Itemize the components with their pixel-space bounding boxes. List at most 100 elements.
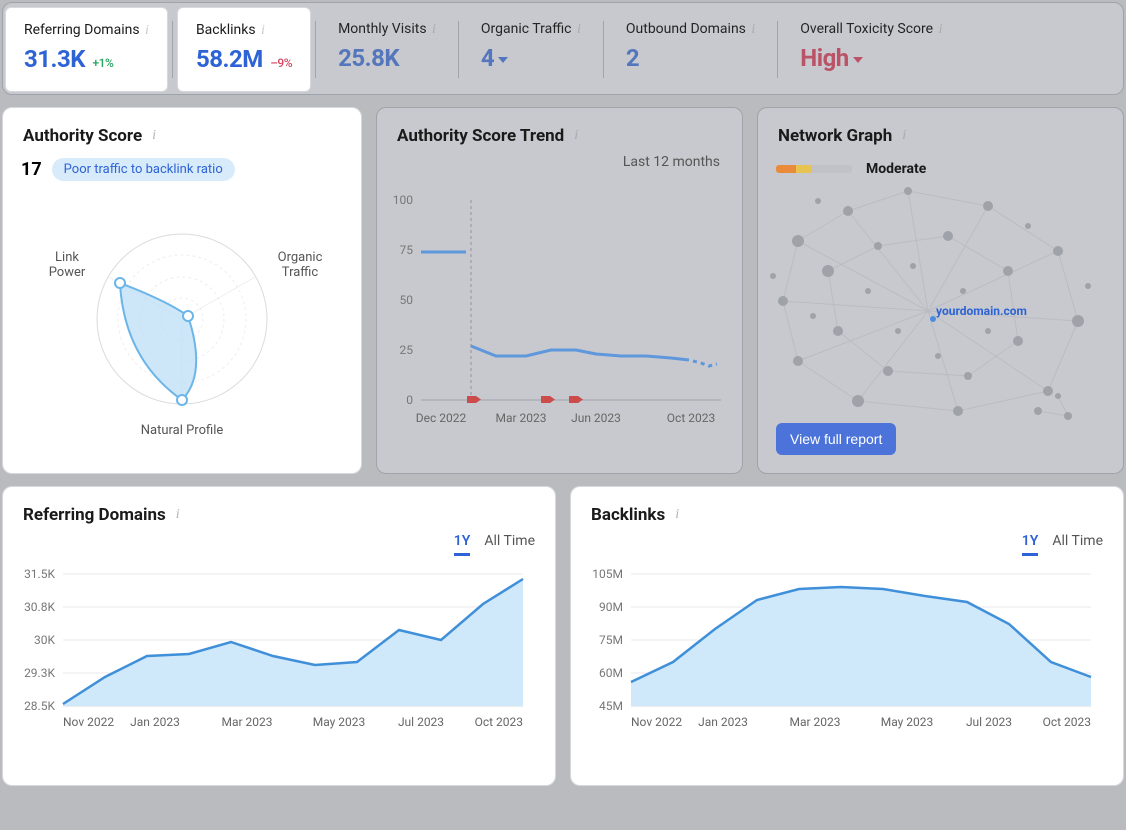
range-tab-all-time[interactable]: All Time xyxy=(484,533,535,556)
network-graph-panel: Network Graph i Moderate xyxy=(757,107,1124,474)
stat-label: Backlinks xyxy=(196,22,256,38)
info-icon[interactable]: i xyxy=(432,22,436,38)
stat-change-down: –9% xyxy=(270,56,292,70)
svg-text:30.8K: 30.8K xyxy=(24,600,55,614)
stat-label: Outbound Domains xyxy=(626,21,746,37)
svg-text:75: 75 xyxy=(400,243,414,257)
stat-value: 58.2M xyxy=(196,45,263,73)
svg-text:Link: Link xyxy=(55,250,79,265)
svg-text:Jun 2023: Jun 2023 xyxy=(571,411,621,425)
svg-text:Mar 2023: Mar 2023 xyxy=(495,411,546,425)
referring-domains-chart: 31.5K 30.8K 30K 29.3K 28.5K Nov 2022 Jan… xyxy=(3,564,543,754)
info-icon[interactable]: i xyxy=(751,22,755,38)
svg-text:30K: 30K xyxy=(34,633,55,647)
svg-text:29.3K: 29.3K xyxy=(24,666,55,680)
svg-text:Traffic: Traffic xyxy=(282,265,319,280)
panel-title: Authority Score xyxy=(23,126,142,146)
svg-text:25: 25 xyxy=(400,343,414,357)
stat-toxicity-score[interactable]: Overall Toxicity Score i High xyxy=(782,7,1121,92)
svg-text:Mar 2023: Mar 2023 xyxy=(789,715,840,729)
info-icon[interactable]: i xyxy=(145,23,149,39)
range-tab-all-time[interactable]: All Time xyxy=(1052,533,1103,556)
range-tab-1y[interactable]: 1Y xyxy=(1022,533,1039,556)
authority-trend-panel: Authority Score Trend i Last 12 months 1… xyxy=(376,107,743,474)
stat-label: Monthly Visits xyxy=(338,21,426,37)
svg-text:105M: 105M xyxy=(592,567,623,581)
svg-text:45M: 45M xyxy=(599,699,623,713)
top-stats-bar: Referring Domains i 31.3K +1% Backlinks … xyxy=(2,2,1124,95)
svg-text:Jan 2023: Jan 2023 xyxy=(698,715,748,729)
svg-text:May 2023: May 2023 xyxy=(881,715,934,729)
info-icon[interactable]: i xyxy=(675,507,679,523)
range-tabs: 1Y All Time xyxy=(571,529,1123,564)
divider xyxy=(458,21,459,78)
panel-title: Backlinks xyxy=(591,505,665,525)
info-icon[interactable]: i xyxy=(152,128,156,144)
svg-text:90M: 90M xyxy=(599,600,623,614)
stat-label: Overall Toxicity Score xyxy=(800,21,933,37)
svg-text:28.5K: 28.5K xyxy=(24,699,55,713)
network-graph-chart: yourdomain.com xyxy=(758,181,1098,431)
dashboard-row-1: Authority Score i 17 Poor traffic to bac… xyxy=(0,97,1126,476)
svg-text:Nov 2022: Nov 2022 xyxy=(63,715,114,729)
svg-text:60M: 60M xyxy=(599,666,623,680)
stat-change-up: +1% xyxy=(93,56,114,70)
view-full-report-button[interactable]: View full report xyxy=(776,423,896,455)
svg-text:May 2023: May 2023 xyxy=(313,715,366,729)
svg-text:Nov 2022: Nov 2022 xyxy=(631,715,682,729)
svg-text:Organic: Organic xyxy=(278,250,323,265)
divider xyxy=(172,21,173,78)
chevron-down-icon[interactable] xyxy=(498,57,508,63)
panel-title: Authority Score Trend xyxy=(397,126,564,146)
stat-organic-traffic[interactable]: Organic Traffic i 4 xyxy=(463,7,599,92)
divider xyxy=(603,21,604,78)
info-icon[interactable]: i xyxy=(577,22,581,38)
authority-trend-chart: 100 75 50 25 0 Dec 2022 Mar 2023 Jun 202… xyxy=(377,170,737,450)
stat-backlinks[interactable]: Backlinks i 58.2M –9% xyxy=(177,7,311,92)
svg-text:75M: 75M xyxy=(599,633,623,647)
backlinks-chart: 105M 90M 75M 60M 45M Nov 2022 Jan 2023 M… xyxy=(571,564,1111,754)
stat-value: 2 xyxy=(626,44,755,72)
dashboard-row-2: Referring Domains i 1Y All Time 31.5K 30… xyxy=(0,476,1126,788)
trend-range-label: Last 12 months xyxy=(623,154,720,170)
authority-score-badge: Poor traffic to backlink ratio xyxy=(52,158,235,181)
info-icon[interactable]: i xyxy=(939,22,943,38)
backlinks-panel: Backlinks i 1Y All Time 105M 90M 75M 60M… xyxy=(570,486,1124,786)
range-tabs: 1Y All Time xyxy=(3,529,555,564)
svg-text:Power: Power xyxy=(49,265,86,280)
stat-value: 4 xyxy=(481,44,494,72)
network-quality-bar xyxy=(776,165,852,173)
svg-text:Oct 2023: Oct 2023 xyxy=(1043,715,1091,729)
svg-text:yourdomain.com: yourdomain.com xyxy=(936,304,1027,318)
stat-referring-domains[interactable]: Referring Domains i 31.3K +1% xyxy=(5,7,168,92)
info-icon[interactable]: i xyxy=(261,23,265,39)
divider xyxy=(777,21,778,78)
svg-text:50: 50 xyxy=(400,293,414,307)
svg-text:Jul 2023: Jul 2023 xyxy=(398,715,444,729)
divider xyxy=(315,21,316,78)
svg-text:Oct 2023: Oct 2023 xyxy=(475,715,523,729)
authority-score-panel: Authority Score i 17 Poor traffic to bac… xyxy=(2,107,362,474)
svg-text:Oct 2023: Oct 2023 xyxy=(667,411,715,425)
stat-monthly-visits[interactable]: Monthly Visits i 25.8K xyxy=(320,7,454,92)
stat-outbound-domains[interactable]: Outbound Domains i 2 xyxy=(608,7,773,92)
stat-label: Organic Traffic xyxy=(481,21,572,37)
svg-text:Jan 2023: Jan 2023 xyxy=(130,715,180,729)
stat-label: Referring Domains xyxy=(24,22,140,38)
svg-text:0: 0 xyxy=(406,393,413,407)
info-icon[interactable]: i xyxy=(902,128,906,144)
network-quality-row: Moderate xyxy=(758,150,1123,181)
stat-value: 25.8K xyxy=(338,44,436,72)
chevron-down-icon[interactable] xyxy=(853,57,863,63)
svg-text:Natural Profile: Natural Profile xyxy=(141,423,224,438)
info-icon[interactable]: i xyxy=(176,507,180,523)
range-tab-1y[interactable]: 1Y xyxy=(454,533,471,556)
info-icon[interactable]: i xyxy=(574,128,578,144)
svg-text:31.5K: 31.5K xyxy=(24,567,55,581)
network-quality-label: Moderate xyxy=(866,161,926,177)
panel-title: Referring Domains xyxy=(23,505,166,525)
stat-value: 31.3K xyxy=(24,45,85,73)
stat-value: High xyxy=(800,44,848,72)
panel-title: Network Graph xyxy=(778,126,892,146)
referring-domains-panel: Referring Domains i 1Y All Time 31.5K 30… xyxy=(2,486,556,786)
